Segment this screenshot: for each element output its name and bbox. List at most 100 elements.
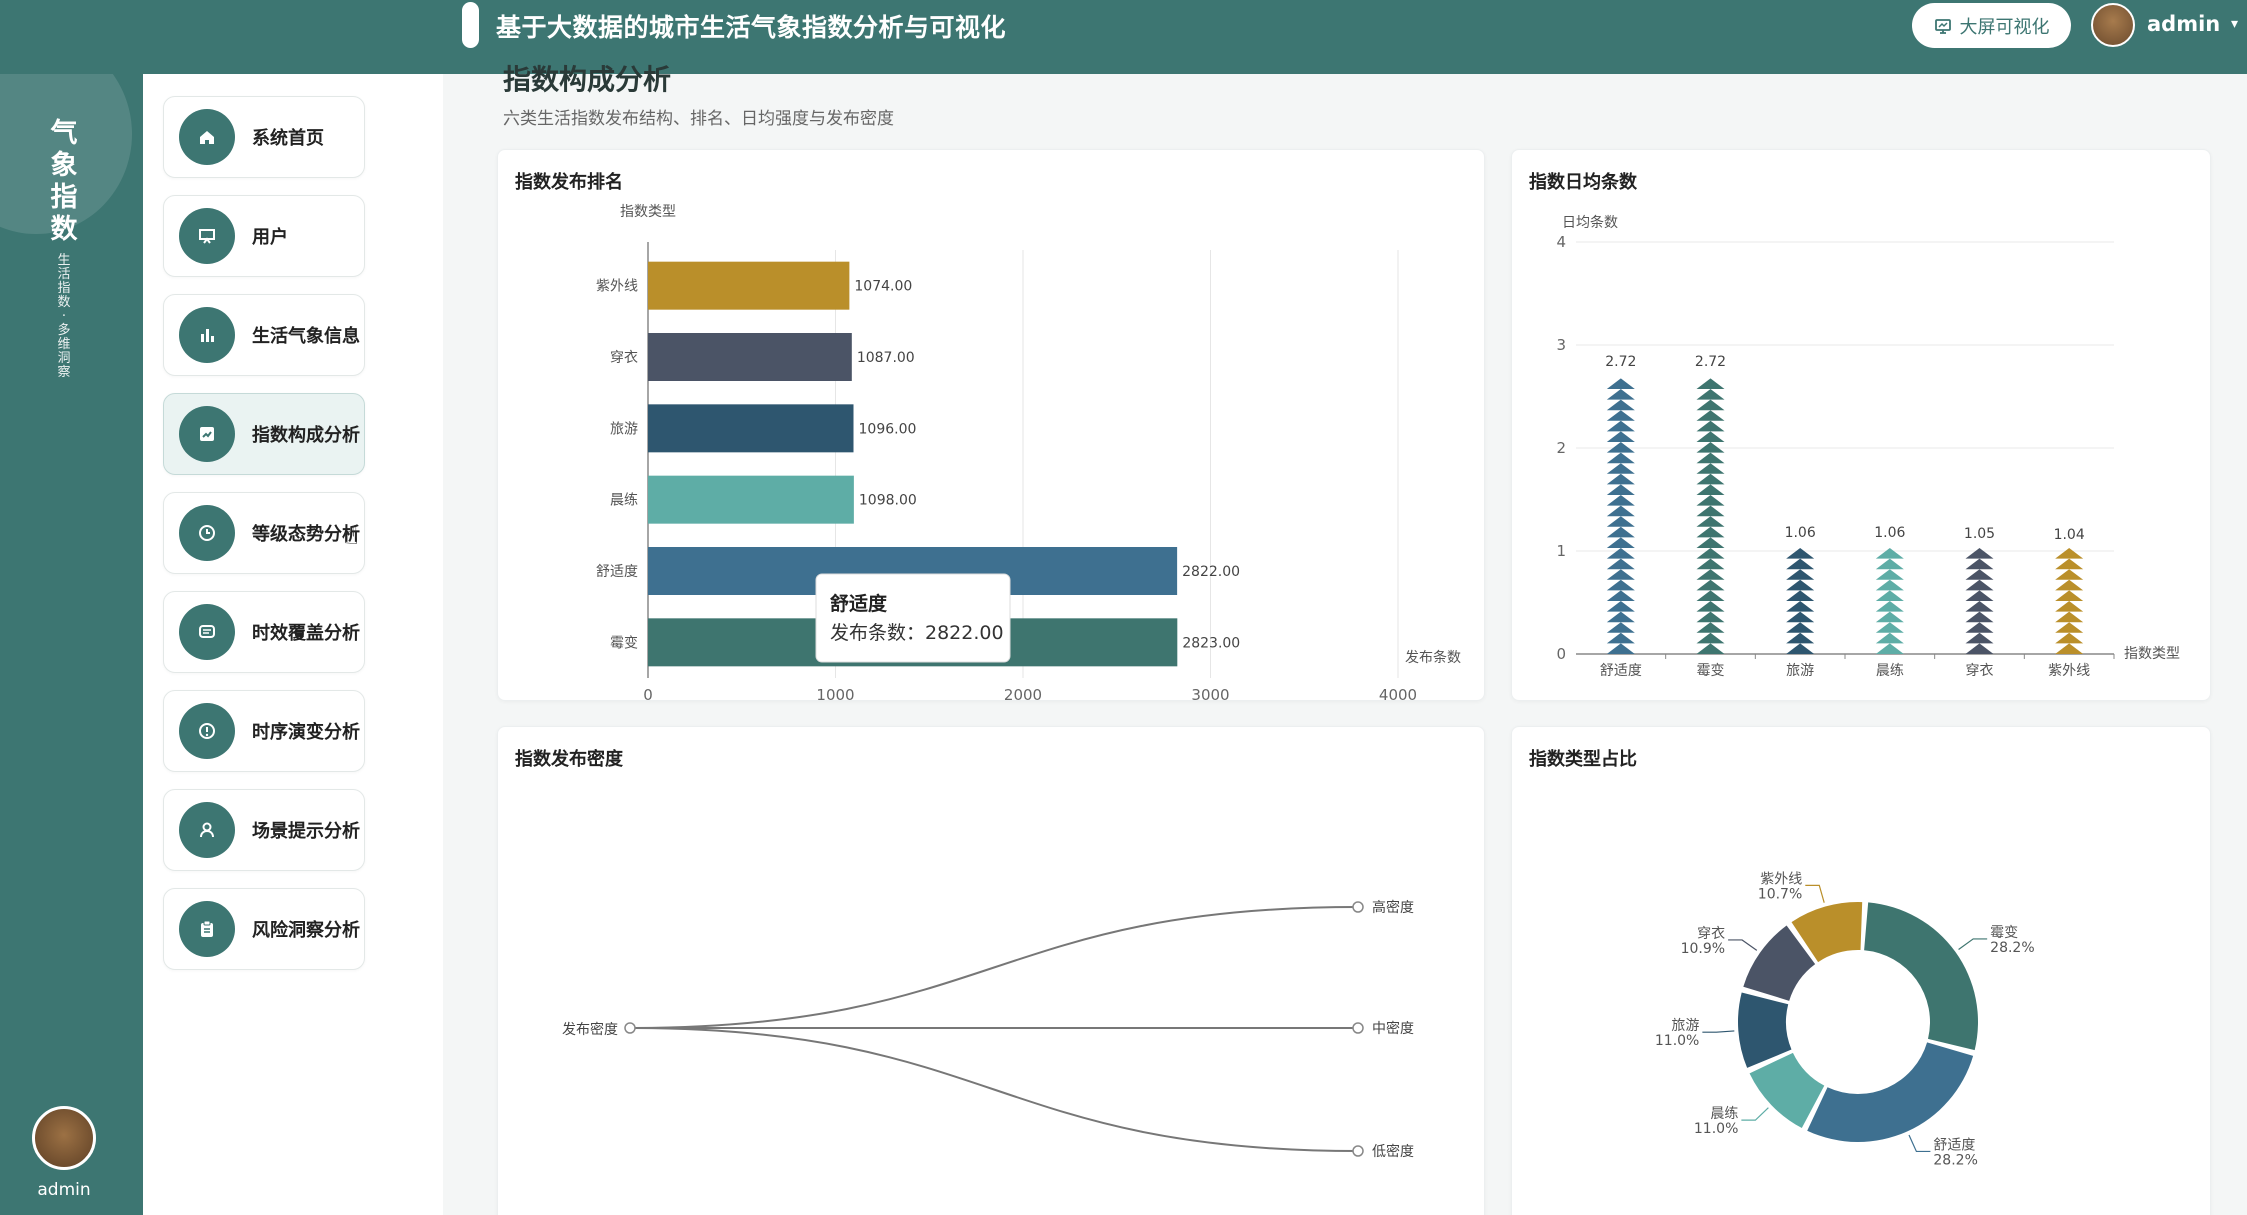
triangle-mark bbox=[1696, 643, 1725, 654]
slice-label: 舒适度 bbox=[1933, 1137, 1975, 1153]
tooltip-title: 舒适度 bbox=[830, 592, 888, 615]
density-tree: 发布密度 高密度中密度低密度 bbox=[562, 899, 1414, 1160]
header-avatar[interactable] bbox=[2091, 3, 2135, 47]
sidebar-item-3[interactable]: 指数构成分析 bbox=[163, 393, 365, 475]
label-leader bbox=[1805, 884, 1825, 903]
daily-chart: 0 1 2 3 4 日均条数指数类型舒适度 2.72 霉变 2.72 旅游 1.06 晨练 1.06 穿衣… bbox=[1556, 214, 2180, 679]
rail-subtitle-char: 数 bbox=[57, 295, 71, 310]
rail-subtitle-char: 察 bbox=[57, 365, 71, 380]
triangle-mark bbox=[1875, 622, 1904, 633]
rail-brand-char: 指 bbox=[50, 182, 78, 213]
monitor-icon bbox=[1934, 18, 1951, 34]
triangle-mark bbox=[1606, 579, 1635, 591]
triangle-mark bbox=[1606, 505, 1635, 517]
y-tick-label: 舒适度 bbox=[596, 564, 638, 580]
y-tick-label: 4 bbox=[1556, 233, 1566, 251]
rail-avatar[interactable] bbox=[32, 1106, 96, 1170]
x-tick-label: 舒适度 bbox=[1600, 663, 1642, 679]
triangle-mark bbox=[1606, 632, 1635, 644]
page-subtitle: 六类生活指数发布结构、排名、日均强度与发布密度 bbox=[503, 109, 894, 129]
rail-subtitle-char: 生 bbox=[57, 253, 71, 268]
data-label: 2.72 bbox=[1605, 354, 1636, 370]
triangle-mark bbox=[1606, 420, 1635, 432]
donut-slice bbox=[1738, 992, 1792, 1068]
y-tick-label: 晨练 bbox=[610, 493, 638, 509]
rail-subtitle-char: 活 bbox=[57, 267, 71, 282]
triangle-mark bbox=[1606, 590, 1635, 601]
triangle-mark bbox=[1786, 622, 1815, 633]
triangle-mark bbox=[1606, 569, 1635, 580]
triangle-mark bbox=[1606, 431, 1635, 442]
triangle-mark bbox=[1875, 579, 1904, 591]
triangle-mark bbox=[1606, 548, 1635, 559]
label-leader bbox=[1702, 1030, 1735, 1033]
rail-brand-char: 象 bbox=[50, 150, 78, 181]
y-tick-label: 霉变 bbox=[610, 635, 638, 651]
chevron-down-icon[interactable]: ▾ bbox=[2231, 16, 2238, 32]
triangle-mark bbox=[1696, 548, 1725, 559]
tree-link bbox=[629, 906, 1359, 1029]
sidebar-item-8[interactable]: 风险洞察分析 bbox=[163, 888, 365, 970]
triangle-mark bbox=[1606, 526, 1635, 538]
bar bbox=[648, 404, 854, 453]
rail-subtitle-char: · bbox=[61, 309, 67, 324]
left-rail: 气象指数 生活指数 · 多维洞察 admin bbox=[0, 74, 143, 1215]
y-tick-label: 0 bbox=[1556, 645, 1566, 663]
sidebar-item-label: 生活气象信息 bbox=[252, 326, 360, 347]
triangle-mark bbox=[2055, 569, 2084, 580]
slice-percent: 10.7% bbox=[1758, 886, 1802, 902]
sidebar-item-6[interactable]: 时序演变分析 bbox=[163, 690, 365, 772]
message-icon bbox=[179, 604, 235, 660]
chart-icon bbox=[179, 406, 235, 462]
big-screen-label: 大屏可视化 bbox=[1959, 16, 2050, 38]
slice-percent: 11.0% bbox=[1655, 1033, 1699, 1049]
triangle-mark bbox=[1786, 548, 1815, 559]
triangle-mark bbox=[1606, 442, 1635, 453]
sidebar-item-0[interactable]: 系统首页 bbox=[163, 96, 365, 178]
slice-percent: 28.2% bbox=[1990, 940, 2034, 956]
rail-subtitle-char: 维 bbox=[57, 337, 71, 352]
triangle-mark bbox=[1696, 516, 1725, 527]
sidebar-item-1[interactable]: 用户 bbox=[163, 195, 365, 277]
triangle-mark bbox=[2055, 622, 2084, 633]
rail-subtitle-char: 洞 bbox=[57, 351, 71, 366]
sidebar-item-2[interactable]: 生活气象信息 bbox=[163, 294, 365, 376]
triangle-mark bbox=[1875, 569, 1904, 580]
label-leader bbox=[1741, 1107, 1769, 1121]
x-tick-label: 2000 bbox=[1004, 686, 1042, 702]
slice-label: 紫外线 bbox=[1760, 871, 1802, 887]
app-title: 基于大数据的城市生活气象指数分析与可视化 bbox=[496, 13, 1007, 42]
triangle-mark bbox=[1696, 611, 1725, 623]
x-axis-title: 指数类型 bbox=[2124, 646, 2180, 662]
triangle-mark bbox=[1696, 537, 1725, 548]
sidebar-item-7[interactable]: 场景提示分析 bbox=[163, 789, 365, 871]
triangle-mark bbox=[1965, 569, 1994, 580]
triangle-mark bbox=[1696, 442, 1725, 453]
sidebar-item-5[interactable]: 时效覆盖分析 bbox=[163, 591, 365, 673]
alert-icon bbox=[179, 703, 235, 759]
triangle-mark bbox=[1786, 611, 1815, 623]
big-screen-button[interactable]: 大屏可视化 bbox=[1912, 3, 2071, 48]
slice-label: 穿衣 bbox=[1697, 926, 1725, 942]
rail-subtitle-char: 指 bbox=[57, 281, 71, 296]
rail-brand: 气象指数 bbox=[48, 118, 80, 246]
triangle-mark bbox=[1696, 495, 1725, 506]
sidebar-item-4[interactable]: 等级态势分析 bbox=[163, 492, 365, 574]
x-tick-label: 霉变 bbox=[1697, 663, 1725, 679]
label-leader bbox=[1728, 939, 1758, 951]
data-label: 1096.00 bbox=[859, 421, 917, 437]
user-icon bbox=[179, 802, 235, 858]
header-username[interactable]: admin bbox=[2147, 12, 2220, 36]
triangle-mark bbox=[1696, 622, 1725, 633]
triangle-mark bbox=[1875, 601, 1904, 612]
ranking-card: 指数发布排名 0 1000 2000 3000 4000 指数类型 发布条数 紫外线 1074.… bbox=[497, 149, 1485, 702]
data-label: 2822.00 bbox=[1182, 564, 1240, 580]
x-tick-label: 4000 bbox=[1379, 686, 1417, 702]
triangle-mark bbox=[1606, 473, 1635, 485]
rail-username: admin bbox=[37, 1180, 91, 1200]
triangle-mark bbox=[1965, 579, 1994, 591]
triangle-mark bbox=[1875, 548, 1904, 559]
triangle-mark bbox=[1606, 611, 1635, 623]
sidebar-menu: 系统首页用户生活气象信息指数构成分析 等级态势分析 时效覆盖分析 时序演变分析 场景提示… bbox=[143, 74, 443, 1215]
triangle-mark bbox=[1965, 590, 1994, 601]
